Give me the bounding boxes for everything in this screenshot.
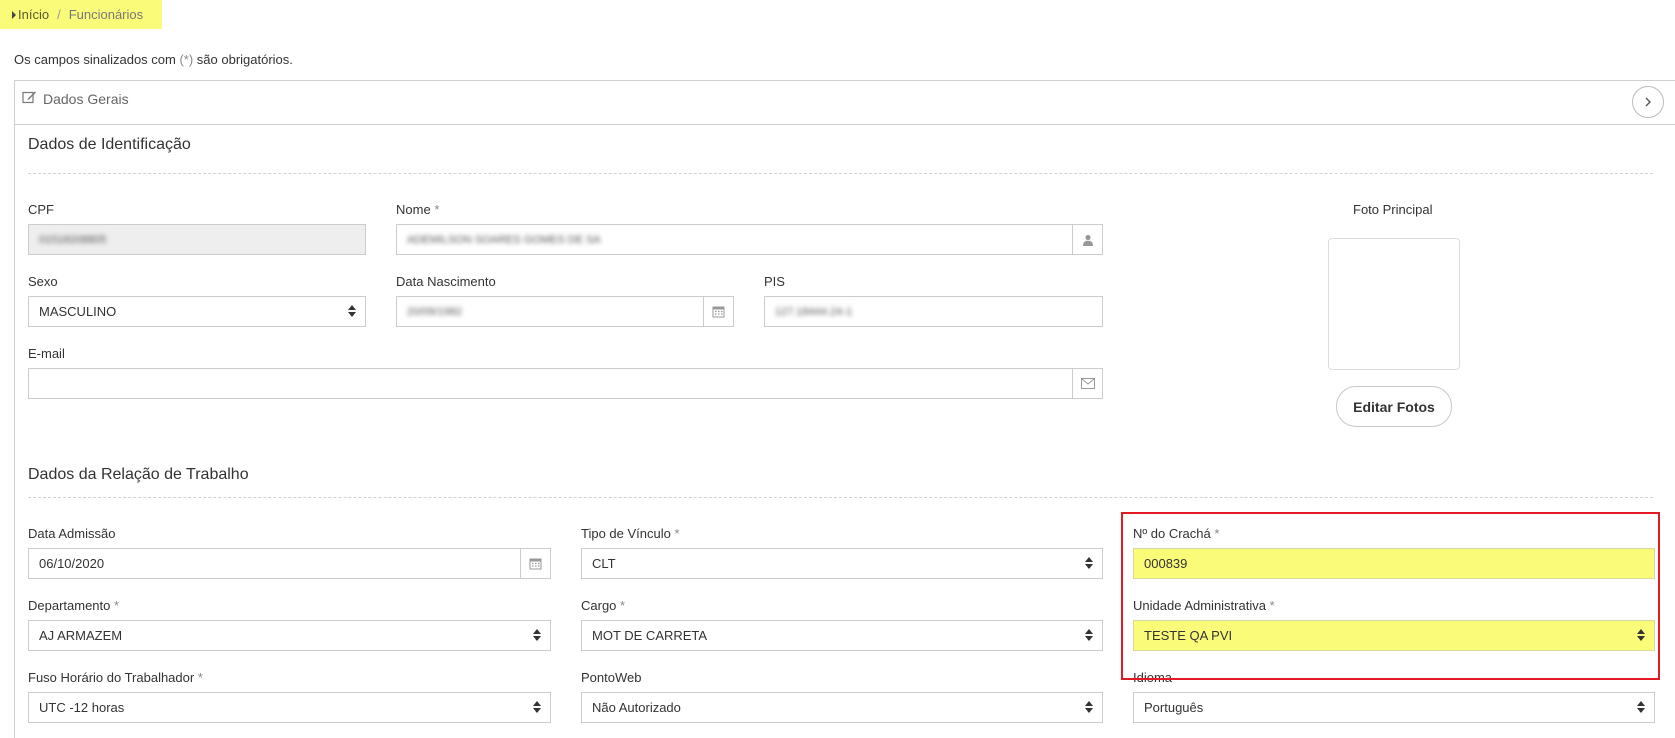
panel-title: Dados Gerais (22, 90, 129, 107)
tipo-vinculo-select[interactable]: CLT (581, 548, 1103, 579)
data-nascimento-label: Data Nascimento (396, 274, 496, 289)
idioma-select[interactable]: Português (1133, 692, 1655, 723)
select-arrows-icon (1637, 701, 1645, 713)
pis-label: PIS (764, 274, 785, 289)
envelope-icon (1072, 369, 1102, 398)
cracha-field[interactable]: 000839 (1133, 548, 1655, 579)
pontoweb-select[interactable]: Não Autorizado (581, 692, 1103, 723)
select-arrows-icon (533, 629, 541, 641)
breadcrumb: Início / Funcionários (0, 0, 162, 29)
departamento-label: Departamento * (28, 598, 120, 613)
sexo-label: Sexo (28, 274, 58, 289)
unidade-label: Unidade Administrativa * (1133, 598, 1275, 613)
pontoweb-label: PontoWeb (581, 670, 642, 685)
cpf-label: CPF (28, 202, 54, 217)
caret-right-icon (12, 10, 16, 19)
edit-photos-button[interactable]: Editar Fotos (1336, 386, 1452, 427)
breadcrumb-separator: / (57, 7, 61, 22)
nome-field[interactable]: ADEMILSON SOARES GOMES DE SA (396, 224, 1103, 255)
cpf-field[interactable]: 01518208805 (28, 224, 366, 255)
edit-icon (22, 90, 37, 107)
section-divider (28, 497, 1653, 498)
section-divider (28, 173, 1653, 174)
tipo-vinculo-label: Tipo de Vínculo * (581, 526, 680, 541)
required-fields-note: Os campos sinalizados com (*) são obriga… (14, 52, 293, 67)
idioma-label: Idioma (1133, 670, 1173, 685)
breadcrumb-home-link[interactable]: Início (18, 7, 49, 22)
sexo-select[interactable]: MASCULINO (28, 296, 366, 327)
select-arrows-icon (1085, 629, 1093, 641)
foto-principal-label: Foto Principal (1353, 202, 1433, 217)
cargo-select[interactable]: MOT DE CARRETA (581, 620, 1103, 651)
select-arrows-icon (533, 701, 541, 713)
fuso-select[interactable]: UTC -12 horas (28, 692, 551, 723)
nome-label: Nome * (396, 202, 440, 217)
select-arrows-icon (348, 305, 356, 317)
calendar-icon[interactable] (703, 297, 733, 326)
chevron-right-icon (1645, 97, 1651, 107)
data-nascimento-field[interactable]: 20/09/1982 (396, 296, 734, 327)
fuso-label: Fuso Horário do Trabalhador * (28, 670, 203, 685)
cargo-label: Cargo * (581, 598, 626, 613)
photo-preview (1328, 238, 1460, 370)
panel-header: Dados Gerais (15, 81, 1675, 125)
email-label: E-mail (28, 346, 65, 361)
email-field[interactable] (28, 368, 1103, 399)
identification-section-title: Dados de Identificação (28, 136, 191, 153)
unidade-select[interactable]: TESTE QA PVI (1133, 620, 1655, 651)
select-arrows-icon (1637, 629, 1645, 641)
select-arrows-icon (1085, 701, 1093, 713)
panel-toggle-button[interactable] (1632, 86, 1664, 118)
data-admissao-field[interactable]: 06/10/2020 (28, 548, 551, 579)
pis-field[interactable]: 127.18444.24-1 (764, 296, 1103, 327)
cracha-label: Nº do Crachá * (1133, 526, 1220, 541)
work-relation-section-title: Dados da Relação de Trabalho (28, 466, 249, 483)
departamento-select[interactable]: AJ ARMAZEM (28, 620, 551, 651)
breadcrumb-current: Funcionários (68, 7, 144, 22)
calendar-icon[interactable] (520, 549, 550, 578)
select-arrows-icon (1085, 557, 1093, 569)
user-icon (1072, 225, 1102, 254)
data-admissao-label: Data Admissão (28, 526, 116, 541)
